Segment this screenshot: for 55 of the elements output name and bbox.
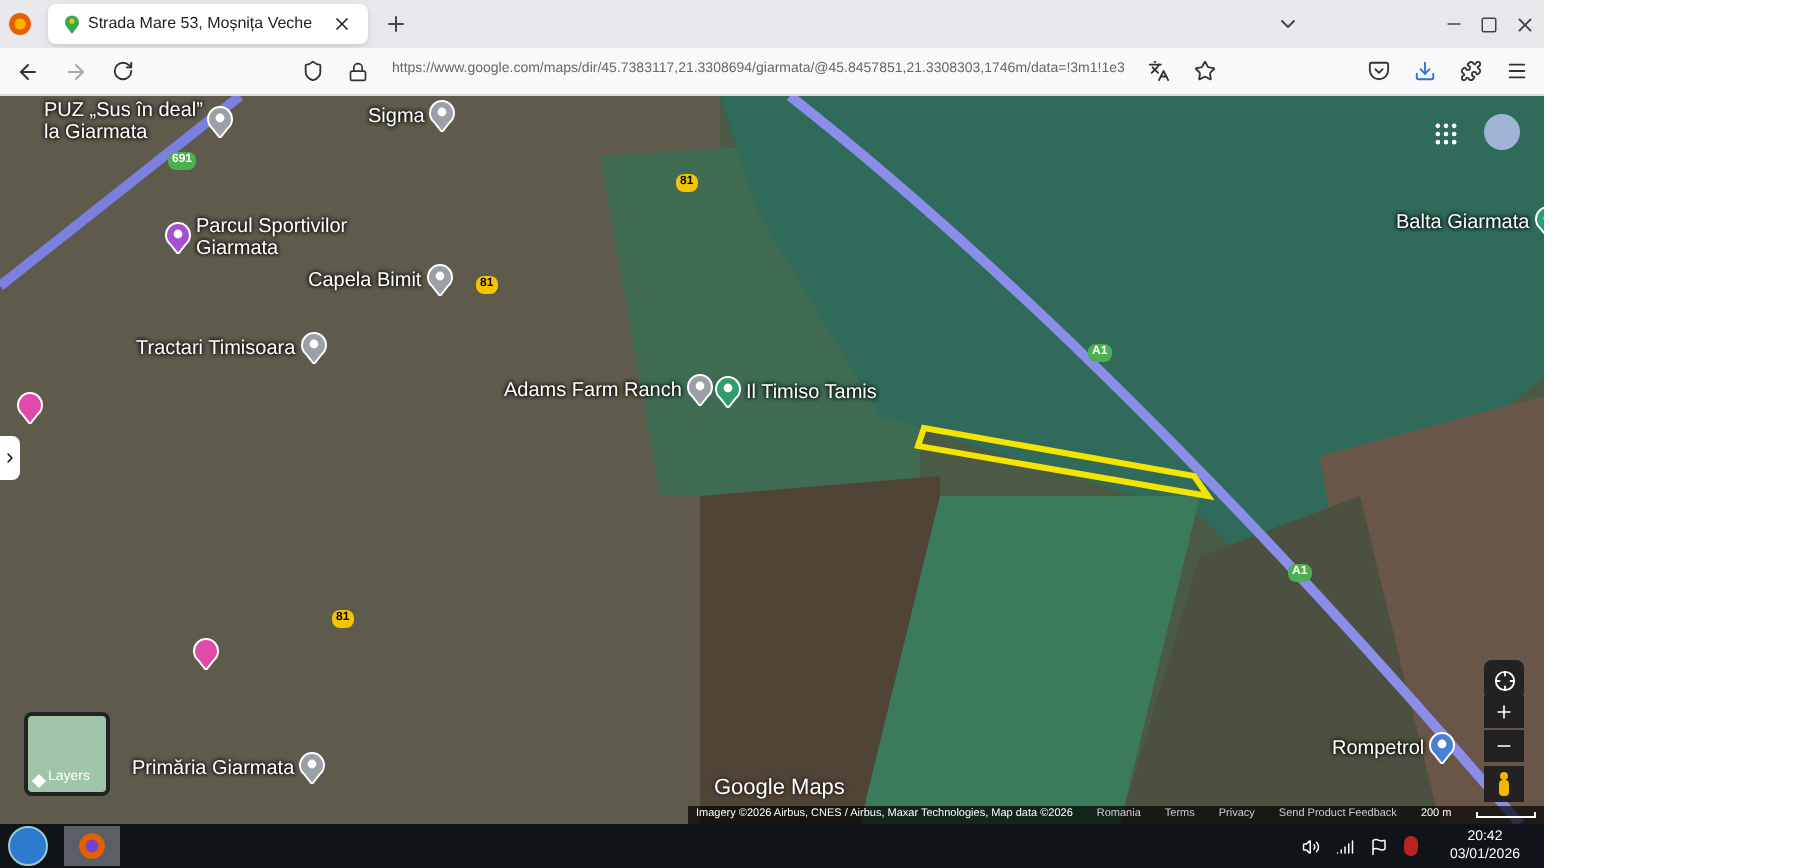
place-label[interactable]: Primăria Giarmata (132, 757, 295, 779)
lock-icon[interactable] (348, 61, 368, 81)
map-logo: Google Maps (714, 774, 845, 804)
place-label[interactable]: Tractari Timisoara (136, 337, 296, 359)
locate-icon (1493, 669, 1515, 691)
chevron-right-icon (2, 450, 18, 466)
menu-icon[interactable] (1506, 60, 1528, 82)
map-pin-icon[interactable] (428, 100, 457, 132)
place-label[interactable]: Rompetrol (1332, 737, 1425, 759)
reload-icon[interactable] (112, 60, 134, 82)
flag-icon[interactable] (1369, 837, 1388, 855)
map-pin-icon[interactable] (298, 752, 327, 784)
place-label[interactable]: Parcul Sportivilor Giarmata (196, 216, 348, 260)
scale-bar (1475, 812, 1536, 818)
place-label[interactable]: Balta Giarmata (1396, 211, 1530, 233)
extensions-icon[interactable] (1460, 60, 1482, 82)
bookmark-icon[interactable] (1194, 60, 1217, 82)
new-tab-icon[interactable] (384, 12, 408, 36)
volume-icon[interactable] (1301, 837, 1320, 855)
pocket-icon[interactable] (1368, 60, 1390, 82)
map-pin-icon[interactable] (685, 374, 714, 406)
zoom-in-button[interactable] (1484, 696, 1524, 728)
close-icon[interactable] (332, 14, 352, 34)
apps-icon[interactable] (1432, 120, 1460, 148)
tray-app-icon[interactable] (1403, 836, 1418, 856)
map-pin-icon[interactable] (425, 264, 454, 296)
maximize-icon[interactable] (1480, 15, 1498, 33)
map-pin-icon[interactable] (1428, 732, 1457, 764)
browser-tab[interactable]: Strada Mare 53, Moșnița Veche (48, 4, 368, 44)
map-pin-icon[interactable] (16, 392, 44, 424)
back-icon[interactable] (16, 59, 40, 83)
browser-logo-icon (8, 12, 32, 36)
map-pin-icon (64, 14, 80, 34)
map-pin-icon[interactable] (714, 376, 742, 408)
person-icon (1498, 772, 1510, 796)
shield-icon[interactable] (302, 60, 324, 82)
layers-icon (31, 773, 47, 789)
street-view-button[interactable] (1484, 766, 1524, 802)
close-icon[interactable] (1514, 13, 1536, 35)
place-label[interactable]: Capela Bimit (308, 269, 422, 291)
browser-logo-icon (78, 832, 106, 860)
plus-icon (1494, 702, 1514, 722)
network-icon[interactable] (1335, 837, 1354, 855)
map-pin-icon[interactable] (164, 222, 192, 254)
place-label[interactable]: Il Timiso Tamis (746, 381, 877, 403)
place-label[interactable]: Adams Farm Ranch (504, 379, 682, 401)
translate-icon[interactable] (1148, 60, 1171, 82)
map-pin-icon[interactable] (299, 332, 328, 364)
place-label[interactable]: Sigma (368, 105, 425, 127)
map-pin-icon[interactable] (192, 638, 220, 670)
download-icon[interactable] (1414, 60, 1436, 82)
place-label[interactable]: PUZ „Sus în deal” la Giarmata (44, 100, 203, 144)
side-panel-toggle[interactable] (0, 436, 20, 480)
start-button[interactable] (8, 826, 48, 866)
map-pin-icon[interactable] (206, 106, 235, 138)
